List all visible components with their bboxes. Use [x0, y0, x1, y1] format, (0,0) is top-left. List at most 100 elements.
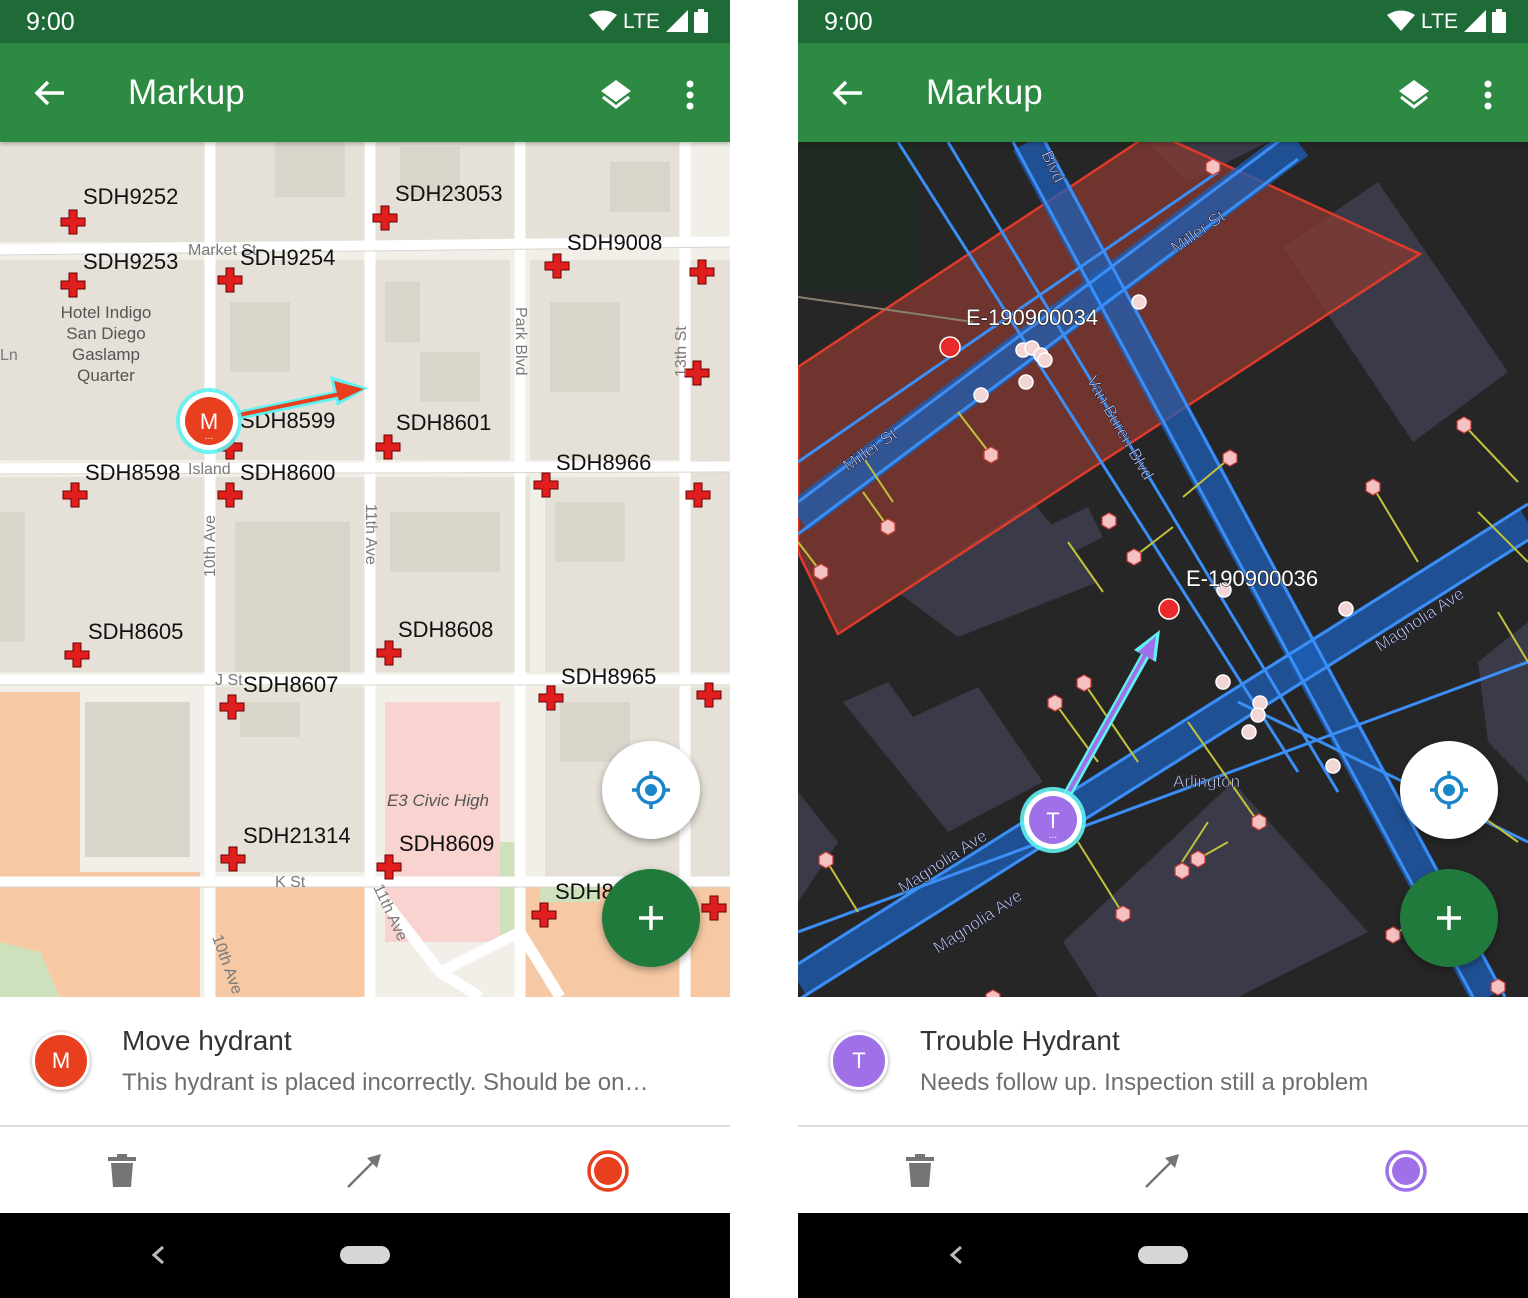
markup-pin[interactable]: M ... [176, 388, 242, 454]
water-meter-icon[interactable] [1456, 416, 1472, 434]
water-meter-icon[interactable] [1126, 548, 1142, 566]
hydrant-label: SDH9253 [83, 249, 178, 274]
signal-icon [1464, 10, 1486, 32]
markup-description: Needs follow up. Inspection still a prob… [920, 1069, 1369, 1096]
street-label: 10th Ave [202, 515, 219, 577]
markup-title: Trouble Hydrant [920, 1025, 1120, 1056]
valve-node-icon[interactable] [1241, 724, 1257, 740]
status-icons: LTE [1387, 6, 1506, 36]
water-meter-icon[interactable] [1076, 674, 1092, 692]
water-meter-icon[interactable] [1174, 862, 1190, 880]
delete-button[interactable] [896, 1147, 944, 1195]
add-markup-button[interactable] [602, 869, 700, 967]
hydrant-label: SDH8607 [243, 672, 338, 697]
water-meter-icon[interactable] [880, 518, 896, 536]
wifi-icon [589, 10, 618, 31]
arrow-back-icon [34, 80, 64, 106]
app-bar: Markup [0, 43, 730, 142]
more-options-button[interactable] [670, 71, 710, 119]
water-meter-icon[interactable] [1115, 905, 1131, 923]
poi-label: Hotel Indigo [61, 303, 152, 322]
water-meter-icon[interactable] [818, 851, 834, 869]
network-type: LTE [1421, 9, 1458, 33]
color-circle-icon [587, 1150, 629, 1192]
avatar-initial: T [852, 1048, 866, 1073]
map-view[interactable]: Blvd Miller St Miller St Van Buren Blvd … [798, 142, 1528, 997]
valve-node-icon[interactable] [1018, 374, 1034, 390]
poi-label: Gaslamp [72, 345, 140, 364]
feature-point[interactable] [939, 336, 961, 358]
street-label: Arlington [1173, 772, 1240, 791]
back-button[interactable] [826, 71, 870, 115]
plus-icon [639, 906, 663, 930]
status-bar: 9:00 LTE [798, 0, 1528, 43]
status-bar: 9:00 LTE [0, 0, 730, 43]
layers-button[interactable] [1390, 71, 1438, 119]
avatar-initial: M [51, 1048, 71, 1073]
water-meter-icon[interactable] [1190, 850, 1206, 868]
hydrant-label: SDH8600 [240, 460, 335, 485]
my-location-icon [1430, 771, 1468, 809]
nav-back-icon [151, 1245, 164, 1265]
markup-info-panel[interactable]: T Trouble Hydrant Needs follow up. Inspe… [798, 997, 1528, 1125]
street-map[interactable]: Market St Park Blvd 13th St Island 10th … [0, 142, 730, 997]
svg-text:...: ... [205, 431, 213, 442]
markup-description: This hydrant is placed incorrectly. Shou… [122, 1069, 649, 1096]
nav-back-button[interactable] [938, 1237, 974, 1273]
valve-node-icon[interactable] [1338, 601, 1354, 617]
valve-node-icon[interactable] [1037, 352, 1053, 368]
water-meter-icon[interactable] [1047, 694, 1063, 712]
nav-back-button[interactable] [140, 1237, 176, 1273]
layers-button[interactable] [592, 71, 640, 119]
valve-node-icon[interactable] [1215, 674, 1231, 690]
system-nav-bar [798, 1213, 1528, 1298]
valve-node-icon[interactable] [1325, 758, 1341, 774]
street-label: Park Blvd [512, 307, 529, 375]
street-label: J St [215, 672, 243, 689]
water-meter-icon[interactable] [1101, 512, 1117, 530]
water-meter-icon[interactable] [1205, 158, 1221, 176]
locate-button[interactable] [602, 741, 700, 839]
more-options-button[interactable] [1468, 71, 1508, 119]
water-meter-icon[interactable] [813, 563, 829, 581]
markup-avatar: T [830, 1032, 888, 1090]
street-label: 11th Ave [362, 504, 379, 565]
layers-icon [1399, 80, 1429, 109]
delete-button[interactable] [98, 1147, 146, 1195]
add-markup-button[interactable] [1400, 869, 1498, 967]
markup-toolbar [0, 1127, 730, 1213]
water-meter-icon[interactable] [1222, 449, 1238, 467]
markup-info-panel[interactable]: M Move hydrant This hydrant is placed in… [0, 997, 730, 1125]
arrow-tool-button[interactable] [340, 1147, 388, 1195]
back-button[interactable] [28, 71, 72, 115]
system-nav-bar [0, 1213, 730, 1298]
nav-home-button[interactable] [340, 1246, 390, 1264]
water-meter-icon[interactable] [1490, 978, 1506, 996]
water-meter-icon[interactable] [1251, 813, 1267, 831]
water-meter-icon[interactable] [983, 446, 999, 464]
water-meter-icon[interactable] [1385, 926, 1401, 944]
valve-node-icon[interactable] [1250, 707, 1266, 723]
locate-button[interactable] [1400, 741, 1498, 839]
app-bar: Markup [798, 43, 1528, 142]
valve-node-icon[interactable] [1131, 294, 1147, 310]
hydrant-label: SDH8609 [399, 831, 494, 856]
feature-label: E-190900034 [966, 305, 1098, 330]
arrow-diagonal-icon [347, 1154, 381, 1188]
valve-node-icon[interactable] [973, 387, 989, 403]
nav-home-button[interactable] [1138, 1246, 1188, 1264]
feature-point[interactable] [1158, 598, 1180, 620]
water-meter-icon[interactable] [1365, 478, 1381, 496]
arrow-tool-button[interactable] [1138, 1147, 1186, 1195]
street-label: Island [188, 461, 231, 478]
markup-pin[interactable]: T ... [1020, 787, 1086, 853]
hydrant-label: SDH8598 [85, 460, 180, 485]
color-picker-button[interactable] [1382, 1147, 1430, 1195]
status-time: 9:00 [26, 8, 75, 36]
arrow-back-icon [832, 80, 862, 106]
color-picker-button[interactable] [584, 1147, 632, 1195]
more-vert-icon [1484, 80, 1492, 110]
hydrant-label: SDH9254 [240, 245, 335, 270]
map-view[interactable]: Market St Park Blvd 13th St Island 10th … [0, 142, 730, 997]
utility-network-map[interactable]: Blvd Miller St Miller St Van Buren Blvd … [798, 142, 1528, 997]
